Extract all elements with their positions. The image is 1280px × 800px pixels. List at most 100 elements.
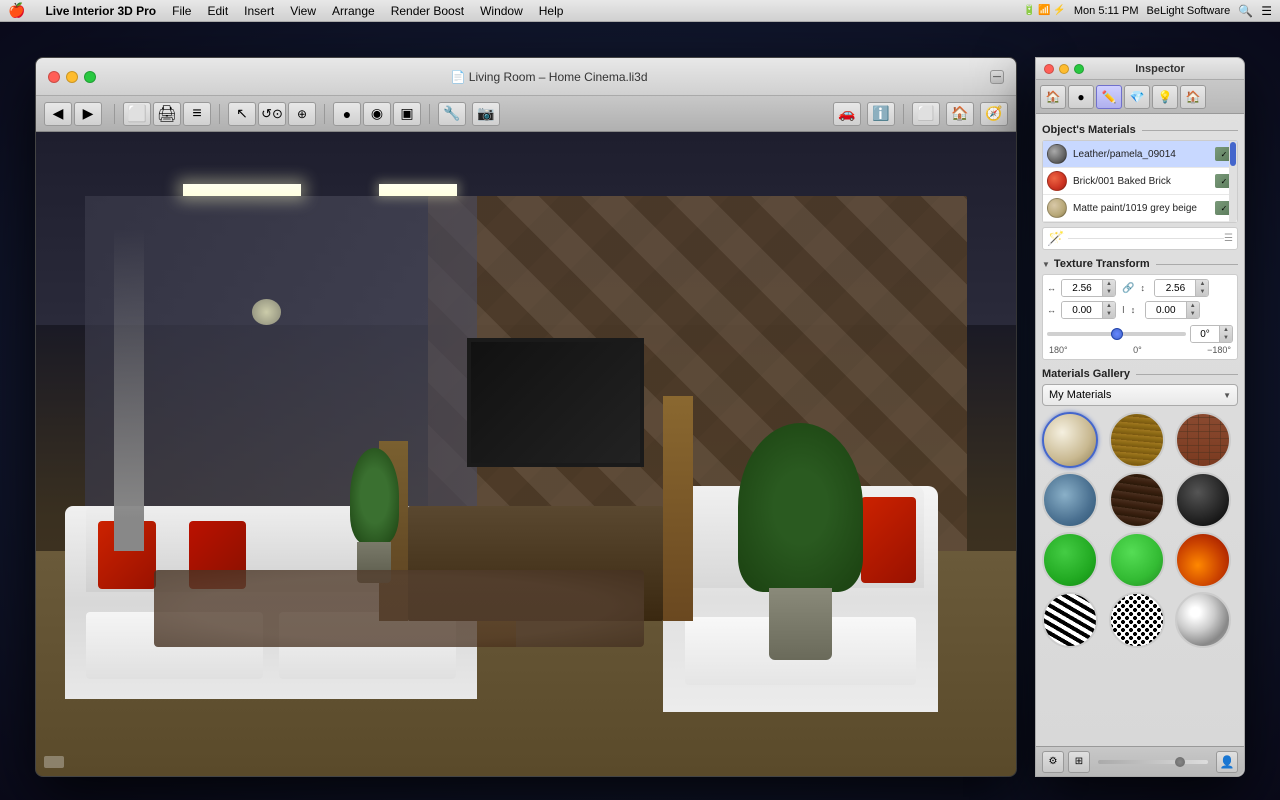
gallery-item-fire[interactable] — [1175, 532, 1231, 588]
menubar-item-file[interactable]: File — [164, 4, 199, 18]
list-button[interactable]: ≡ — [183, 102, 211, 126]
gallery-item-zebra[interactable] — [1042, 592, 1098, 648]
menubar-item-window[interactable]: Window — [472, 4, 531, 18]
inspector-close[interactable] — [1044, 64, 1054, 74]
inspector-tab-object[interactable]: ● — [1068, 85, 1094, 109]
rotation-input[interactable] — [1191, 326, 1219, 342]
v-offset-stepper[interactable]: ▲ ▼ — [1186, 302, 1199, 318]
circle-tool[interactable]: ● — [333, 102, 361, 126]
menubar-item-insert[interactable]: Insert — [236, 4, 282, 18]
v-scale-up[interactable]: ▲ — [1196, 280, 1208, 288]
gallery-item-wood-light[interactable] — [1109, 412, 1165, 468]
floorplan-button[interactable]: ⬜ — [123, 102, 151, 126]
rotation-slider-thumb[interactable] — [1111, 328, 1123, 340]
menubar-menu-icon[interactable]: ☰ — [1261, 4, 1272, 18]
h-offset-input[interactable] — [1062, 302, 1102, 318]
link-icon[interactable]: 🔗 — [1120, 283, 1136, 294]
main-toolbar: ◀ ▶ ⬜ 🖨 ≡ ↖ ↺⊙ ⊕ ● ◉ — [36, 96, 1016, 132]
material-item-2[interactable]: Matte paint/1019 grey beige ✓ — [1043, 195, 1237, 222]
v-scale-stepper[interactable]: ▲ ▼ — [1195, 280, 1208, 296]
gallery-dropdown[interactable]: My Materials ▼ — [1042, 384, 1238, 406]
texture-collapse-btn[interactable]: ▼ — [1042, 260, 1050, 269]
minimize-button[interactable] — [66, 71, 78, 83]
menubar-search-icon[interactable]: 🔍 — [1238, 4, 1253, 18]
window-expand-button[interactable]: — — [990, 70, 1004, 84]
inspector-tab-home[interactable]: 🏠 — [1040, 85, 1066, 109]
h-scale-input[interactable] — [1062, 280, 1102, 296]
transform-grid: ↔ ▲ ▼ 🔗 ↕ — [1042, 274, 1238, 360]
inspector-zoom-slider[interactable] — [1098, 760, 1208, 764]
h-scale-up[interactable]: ▲ — [1103, 280, 1115, 288]
v-offset-input[interactable] — [1146, 302, 1186, 318]
h-scale-stepper[interactable]: ▲ ▼ — [1102, 280, 1115, 296]
h-offset-input-group: ▲ ▼ — [1061, 301, 1116, 319]
v-scale-down[interactable]: ▼ — [1196, 288, 1208, 296]
material-name-1: Brick/001 Baked Brick — [1073, 176, 1213, 187]
wand-line — [1068, 238, 1224, 239]
inspector-maximize[interactable] — [1074, 64, 1084, 74]
rotation-stepper[interactable]: ▲ ▼ — [1219, 326, 1232, 342]
gallery-item-spots[interactable] — [1109, 592, 1165, 648]
select-tool[interactable]: ↖ — [228, 102, 256, 126]
apple-menu[interactable]: 🍎 — [8, 2, 25, 19]
forward-button[interactable]: ▶ — [74, 102, 102, 126]
inspector-tab-light[interactable]: 💡 — [1152, 85, 1178, 109]
materials-scrollbar[interactable] — [1229, 141, 1237, 222]
gallery-item-black[interactable] — [1175, 472, 1231, 528]
v-scale-input[interactable] — [1155, 280, 1195, 296]
info-button[interactable]: ℹ️ — [867, 102, 895, 126]
gallery-item-dark-wood[interactable] — [1109, 472, 1165, 528]
material-item-1[interactable]: Brick/001 Baked Brick ✓ — [1043, 168, 1237, 195]
orbit-tool[interactable]: ↺⊙ — [258, 102, 286, 126]
menubar-item-edit[interactable]: Edit — [199, 4, 236, 18]
gallery-item-chrome[interactable] — [1175, 592, 1231, 648]
gallery-dropdown-arrow: ▼ — [1223, 391, 1231, 400]
gallery-item-cream[interactable] — [1042, 412, 1098, 468]
inspector-tab-material[interactable]: ✏️ — [1096, 85, 1122, 109]
car-button[interactable]: 🚗 — [833, 102, 861, 126]
inspector-settings-btn[interactable]: ⚙ — [1042, 751, 1064, 773]
gallery-item-green2[interactable] — [1109, 532, 1165, 588]
square-frame-button[interactable]: ⬜ — [912, 102, 940, 126]
plant-right — [761, 435, 839, 660]
rug — [154, 570, 644, 647]
print-button[interactable]: 🖨 — [153, 102, 181, 126]
close-button[interactable] — [48, 71, 60, 83]
inspector-grid-btn[interactable]: ⊞ — [1068, 751, 1090, 773]
inspector-person-btn[interactable]: 👤 — [1216, 751, 1238, 773]
camera-tool[interactable]: 📷 — [472, 102, 500, 126]
rotation-up[interactable]: ▲ — [1220, 326, 1232, 334]
material-item-0[interactable]: Leather/pamela_09014 ✓ — [1043, 141, 1237, 168]
h-offset-up[interactable]: ▲ — [1103, 302, 1115, 310]
gallery-item-brick[interactable] — [1175, 412, 1231, 468]
inspector-minimize[interactable] — [1059, 64, 1069, 74]
back-button[interactable]: ◀ — [44, 102, 72, 126]
texture-section-line — [1156, 264, 1238, 265]
rotation-down[interactable]: ▼ — [1220, 334, 1232, 342]
menubar-item-app[interactable]: Live Interior 3D Pro — [37, 4, 164, 18]
menubar-item-view[interactable]: View — [282, 4, 324, 18]
texture-tool[interactable]: 🔧 — [438, 102, 466, 126]
viewport[interactable]: ||| — [36, 132, 1016, 776]
square-tool[interactable]: ▣ — [393, 102, 421, 126]
h-scale-down[interactable]: ▼ — [1103, 288, 1115, 296]
gallery-item-water[interactable] — [1042, 472, 1098, 528]
menubar-item-arrange[interactable]: Arrange — [324, 4, 383, 18]
v-offset-down[interactable]: ▼ — [1187, 310, 1199, 318]
menubar-item-render[interactable]: Render Boost — [383, 4, 472, 18]
inspector-zoom-thumb[interactable] — [1175, 757, 1185, 767]
maximize-button[interactable] — [84, 71, 96, 83]
h-offset-down[interactable]: ▼ — [1103, 310, 1115, 318]
gallery-section: Materials Gallery My Materials ▼ — [1042, 368, 1238, 648]
inspector-tab-gem[interactable]: 💎 — [1124, 85, 1150, 109]
h-offset-stepper[interactable]: ▲ ▼ — [1102, 302, 1115, 318]
menubar-item-help[interactable]: Help — [531, 4, 572, 18]
ring-tool[interactable]: ◉ — [363, 102, 391, 126]
rotation-slider-track[interactable] — [1047, 332, 1186, 336]
move-tool[interactable]: ⊕ — [288, 102, 316, 126]
inspector-tab-scene[interactable]: 🏠 — [1180, 85, 1206, 109]
v-offset-up[interactable]: ▲ — [1187, 302, 1199, 310]
compass-button[interactable]: 🧭 — [980, 102, 1008, 126]
home-view-button[interactable]: 🏠 — [946, 102, 974, 126]
gallery-item-green1[interactable] — [1042, 532, 1098, 588]
